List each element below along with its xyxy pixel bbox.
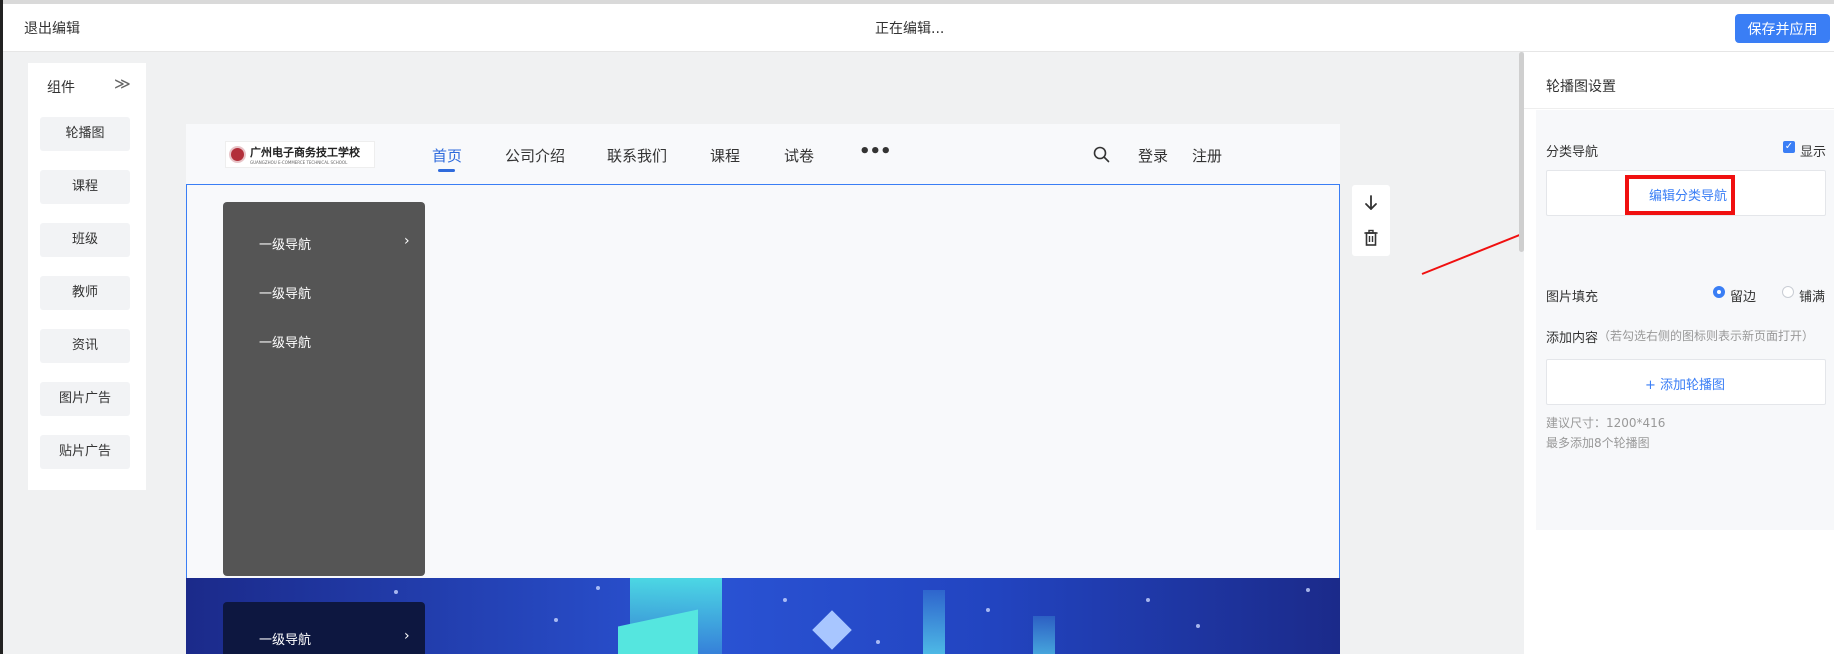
- palette-item-teacher[interactable]: 教师: [40, 276, 130, 310]
- palette-item-overlay-ad[interactable]: 贴片广告: [40, 435, 130, 469]
- banner-crystal-graphic: [812, 610, 852, 650]
- editor-topbar: 退出编辑 正在编辑... 保存并应用: [3, 4, 1834, 52]
- more-icon[interactable]: •••: [859, 141, 892, 162]
- category-nav-panel-2: 一级导航 ›: [223, 602, 425, 654]
- size-hint: 建议尺寸：1200*416: [1546, 416, 1666, 430]
- add-banner-button[interactable]: + 添加轮播图: [1645, 374, 1725, 393]
- highlight-box: [1625, 175, 1735, 215]
- nav-item-exams[interactable]: 试卷: [784, 145, 814, 166]
- banner-light-beam: [923, 590, 945, 654]
- nav-item-courses[interactable]: 课程: [710, 145, 740, 166]
- nav-item-about[interactable]: 公司介绍: [505, 145, 565, 166]
- logo-name-en: GUANGZHOU E-COMMERCE TECHNICAL SCHOOL: [250, 160, 348, 165]
- palette-item-image-ad[interactable]: 图片广告: [40, 382, 130, 416]
- banner-light-beam: [1033, 616, 1055, 654]
- palette-title: 组件: [47, 80, 75, 96]
- trash-icon[interactable]: [1362, 229, 1380, 247]
- image-fill-label: 图片填充: [1546, 290, 1599, 305]
- register-link[interactable]: 注册: [1192, 145, 1222, 166]
- palette-item-news[interactable]: 资讯: [40, 329, 130, 363]
- add-content-hint: （若勾选右侧的图标则表示新页面打开）: [1598, 329, 1815, 343]
- double-chevron-right-icon[interactable]: ≫: [114, 74, 131, 93]
- add-banner-box: + 添加轮播图: [1546, 359, 1826, 405]
- window-left-edge: [0, 0, 3, 654]
- login-link[interactable]: 登录: [1138, 145, 1168, 166]
- fill-margin-label: 留边: [1730, 290, 1757, 305]
- add-content-label: 添加内容: [1546, 331, 1599, 346]
- nav-active-indicator: [438, 169, 455, 172]
- component-palette: 组件 ≫ 轮播图 课程 班级 教师 资讯 图片广告 贴片广告: [28, 63, 146, 490]
- nav-item-contact[interactable]: 联系我们: [607, 145, 667, 166]
- fill-full-label: 铺满: [1799, 290, 1826, 305]
- carousel-block-2[interactable]: 一级导航 ›: [186, 578, 1340, 654]
- show-category-nav-checkbox[interactable]: ✓: [1783, 141, 1795, 153]
- chevron-right-icon: ›: [404, 628, 410, 644]
- arrow-down-icon[interactable]: [1362, 194, 1380, 212]
- chevron-right-icon: ›: [404, 233, 410, 249]
- editing-status: 正在编辑...: [875, 21, 945, 37]
- category-nav-panel: 一级导航 › 一级导航 一级导航: [223, 202, 425, 576]
- carousel-settings-panel: 轮播图设置 分类导航 ✓ 显示 编辑分类导航 图片填充 留边 铺满 添加内容 （…: [1524, 52, 1834, 654]
- fill-full-radio[interactable]: [1782, 286, 1794, 298]
- block-tools: [1352, 185, 1390, 256]
- settings-title: 轮播图设置: [1546, 79, 1616, 95]
- category-nav-label: 分类导航: [1546, 145, 1599, 160]
- search-icon[interactable]: [1093, 146, 1110, 163]
- school-seal-icon: [229, 146, 246, 163]
- max-banners-hint: 最多添加8个轮播图: [1546, 436, 1650, 450]
- show-label: 显示: [1800, 145, 1827, 160]
- palette-item-class[interactable]: 班级: [40, 223, 130, 257]
- save-and-apply-button[interactable]: 保存并应用: [1735, 14, 1830, 43]
- palette-item-course[interactable]: 课程: [40, 170, 130, 204]
- category-nav-item[interactable]: 一级导航: [259, 283, 311, 302]
- category-nav-item[interactable]: 一级导航: [259, 629, 311, 648]
- logo-name-cn: 广州电子商务技工学校: [250, 146, 360, 159]
- page-preview: 广州电子商务技工学校 GUANGZHOU E-COMMERCE TECHNICA…: [186, 124, 1340, 654]
- palette-item-carousel[interactable]: 轮播图: [40, 117, 130, 151]
- school-logo[interactable]: 广州电子商务技工学校 GUANGZHOU E-COMMERCE TECHNICA…: [225, 141, 375, 168]
- fill-margin-radio[interactable]: [1713, 286, 1725, 298]
- category-nav-item[interactable]: 一级导航: [259, 234, 311, 253]
- site-navbar: 广州电子商务技工学校 GUANGZHOU E-COMMERCE TECHNICA…: [186, 124, 1340, 184]
- exit-edit-button[interactable]: 退出编辑: [24, 18, 80, 38]
- nav-item-home[interactable]: 首页: [432, 145, 462, 166]
- category-nav-item[interactable]: 一级导航: [259, 332, 311, 351]
